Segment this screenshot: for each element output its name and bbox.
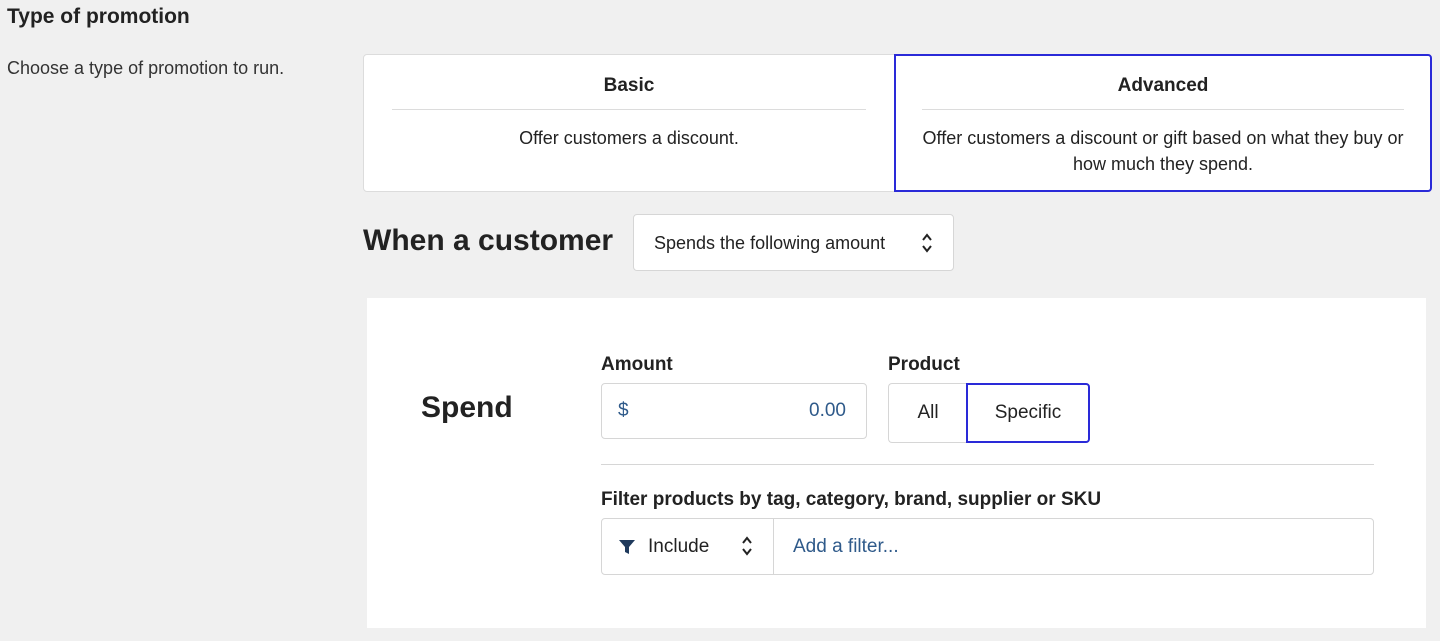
filter-mode-select[interactable]: Include: [602, 519, 774, 574]
filter-label: Filter products by tag, category, brand,…: [601, 489, 1102, 510]
promotion-type-advanced-card[interactable]: Advanced Offer customers a discount or g…: [894, 54, 1432, 192]
add-filter-input[interactable]: Add a filter...: [774, 519, 1373, 574]
filter-mode-value: Include: [648, 536, 710, 557]
condition-label: When a customer: [363, 224, 614, 257]
select-updown-icon: [742, 536, 752, 556]
select-updown-icon: [922, 233, 932, 253]
filter-field: Include Add a filter...: [601, 518, 1374, 575]
filter-funnel-icon: [619, 540, 635, 554]
section-title: Type of promotion: [7, 5, 190, 28]
card-description: Offer customers a discount.: [519, 128, 739, 148]
amount-label: Amount: [601, 354, 673, 375]
spend-panel: Spend Amount $ 0.00 Product All Specific…: [367, 298, 1426, 628]
amount-input[interactable]: $ 0.00: [601, 383, 867, 439]
promotion-type-basic-card[interactable]: Basic Offer customers a discount.: [363, 54, 895, 192]
condition-select[interactable]: Spends the following amount: [633, 214, 954, 271]
promotion-form: Type of promotion Choose a type of promo…: [0, 0, 1440, 641]
card-title: Basic: [392, 75, 866, 110]
condition-select-value: Spends the following amount: [654, 233, 886, 253]
amount-value: 0.00: [809, 400, 846, 421]
product-label: Product: [888, 354, 960, 375]
product-all-button[interactable]: All: [888, 383, 967, 443]
card-description: Offer customers a discount or gift based…: [922, 128, 1404, 174]
card-title: Advanced: [922, 75, 1404, 110]
spend-label: Spend: [421, 391, 513, 424]
section-description: Choose a type of promotion to run.: [7, 58, 285, 78]
divider: [601, 464, 1374, 465]
product-specific-button[interactable]: Specific: [966, 383, 1090, 443]
add-filter-placeholder: Add a filter...: [793, 536, 899, 557]
currency-symbol: $: [618, 400, 629, 421]
